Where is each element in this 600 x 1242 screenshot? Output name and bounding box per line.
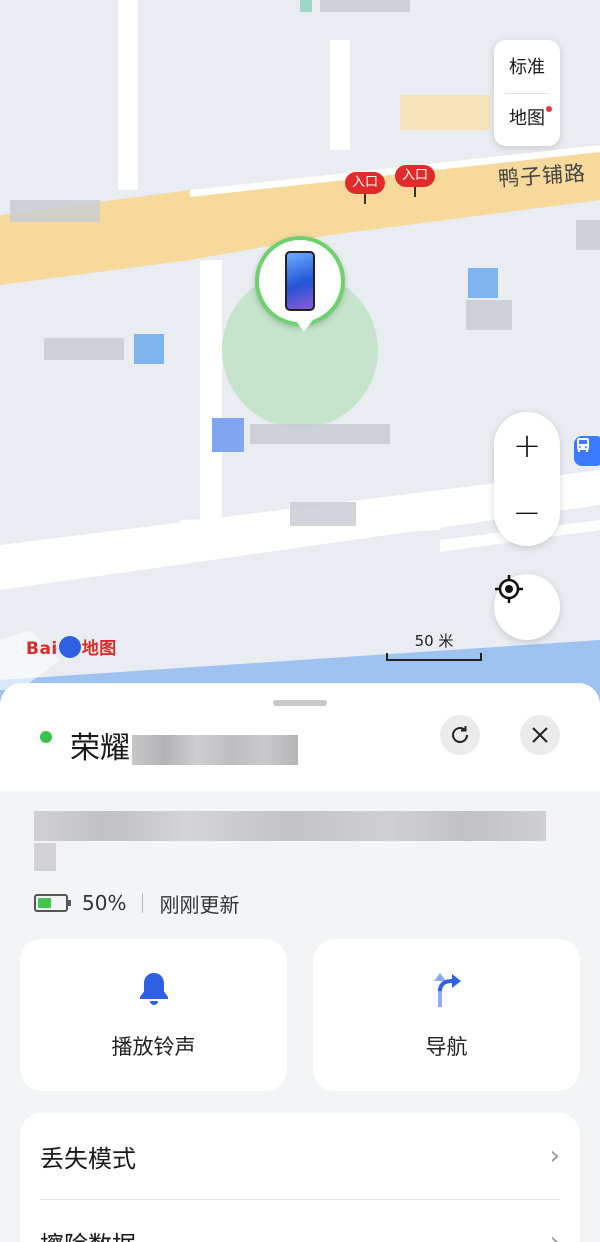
poi-label: [320, 0, 410, 12]
bus-stop-icon[interactable]: [574, 436, 600, 466]
redacted-address: [34, 811, 546, 841]
entrance-marker[interactable]: 入口: [345, 172, 386, 204]
close-icon: [532, 727, 548, 743]
bell-icon: [139, 973, 168, 1005]
logo-text-suffix: 地图: [81, 639, 117, 659]
lost-mode-label: 丢失模式: [40, 1144, 136, 1173]
notification-dot: [546, 106, 552, 112]
device-bottom-sheet: 荣耀 50% 刚刚更新 播放铃声 导航 丢失模式 › ›: [0, 683, 600, 1242]
sheet-header: 荣耀: [0, 683, 600, 791]
my-location-button[interactable]: [494, 574, 560, 640]
chevron-right-icon: ›: [549, 1227, 560, 1242]
device-name-text: 荣耀: [70, 731, 130, 766]
chevron-right-icon: ›: [549, 1141, 560, 1171]
navigate-label: 导航: [425, 1035, 468, 1059]
refresh-button[interactable]: [440, 715, 480, 755]
paw-icon: [58, 636, 81, 658]
poi-label: [576, 220, 600, 250]
poi-label: [250, 424, 390, 444]
crosshair-icon: [495, 575, 523, 603]
device-name: 荣耀: [70, 723, 298, 767]
erase-data-label: 擦除数据: [40, 1225, 136, 1242]
map-scale: 50 米: [386, 630, 482, 661]
map-view[interactable]: 鸭子铺路 入口 入口 标准 地图 + − Bai 地图 50 米: [0, 0, 600, 720]
battery-icon: [34, 894, 71, 912]
entrance-marker[interactable]: 入口: [395, 165, 436, 197]
navigate-button[interactable]: 导航: [313, 939, 580, 1091]
road-name-label: 鸭子铺路: [497, 160, 587, 192]
map-layer-toggle[interactable]: 标准 地图: [494, 40, 560, 146]
drag-handle[interactable]: [273, 700, 327, 706]
poi-label: [10, 200, 100, 222]
baidu-map-logo: Bai 地图: [26, 634, 117, 660]
logo-text-prefix: Bai: [26, 639, 58, 659]
scale-label: 50 米: [414, 632, 454, 650]
refresh-icon: [452, 726, 468, 743]
online-status-dot: [40, 731, 52, 743]
scale-bar: [386, 653, 482, 661]
navigation-arrow-icon: [433, 973, 461, 1007]
poi-label: [466, 300, 512, 330]
zoom-out-button[interactable]: −: [494, 479, 560, 546]
redacted-model: [132, 734, 298, 765]
battery-percent: 50%: [82, 891, 127, 915]
battery-level: [38, 898, 51, 908]
play-sound-button[interactable]: 播放铃声: [20, 939, 287, 1091]
poi-label: [44, 338, 124, 360]
close-button[interactable]: [520, 715, 560, 755]
device-options-list: 丢失模式 › 擦除数据 ›: [20, 1113, 580, 1242]
action-cards: 播放铃声 导航: [20, 939, 580, 1091]
update-status: 刚刚更新: [159, 892, 240, 917]
divider: [505, 92, 549, 94]
redacted-address: [34, 843, 56, 871]
battery-status: 50% 刚刚更新: [34, 889, 239, 917]
zoom-in-button[interactable]: +: [494, 412, 560, 479]
divider: [142, 893, 144, 913]
phone-icon: [285, 251, 315, 311]
device-location-pin[interactable]: [255, 236, 345, 332]
lost-mode-item[interactable]: 丢失模式 ›: [40, 1113, 560, 1199]
play-sound-label: 播放铃声: [111, 1035, 196, 1059]
layer-label-standard: 标准: [509, 56, 545, 78]
layer-label-map: 地图: [509, 107, 545, 129]
zoom-control: + −: [494, 412, 560, 546]
erase-data-item[interactable]: 擦除数据 ›: [40, 1199, 560, 1242]
poi-label: [290, 502, 356, 526]
